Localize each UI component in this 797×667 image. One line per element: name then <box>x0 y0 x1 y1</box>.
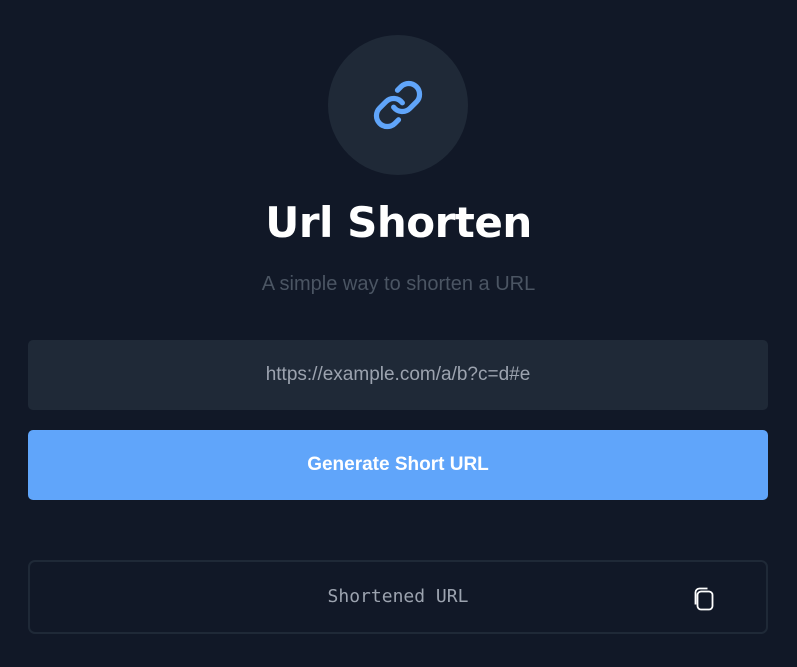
url-input[interactable] <box>28 340 768 410</box>
copy-icon <box>694 587 714 611</box>
url-shortener-page: Url Shorten A simple way to shorten a UR… <box>0 0 797 667</box>
generate-short-url-button[interactable]: Generate Short URL <box>28 430 768 500</box>
copy-button[interactable] <box>688 583 720 615</box>
page-title: Url Shorten <box>265 198 532 247</box>
logo-badge <box>328 35 468 175</box>
page-subtitle: A simple way to shorten a URL <box>261 273 536 295</box>
shortened-url-box: Shortened URL <box>28 560 768 634</box>
shortened-url-text: Shortened URL <box>327 586 469 607</box>
link-icon <box>373 80 423 130</box>
